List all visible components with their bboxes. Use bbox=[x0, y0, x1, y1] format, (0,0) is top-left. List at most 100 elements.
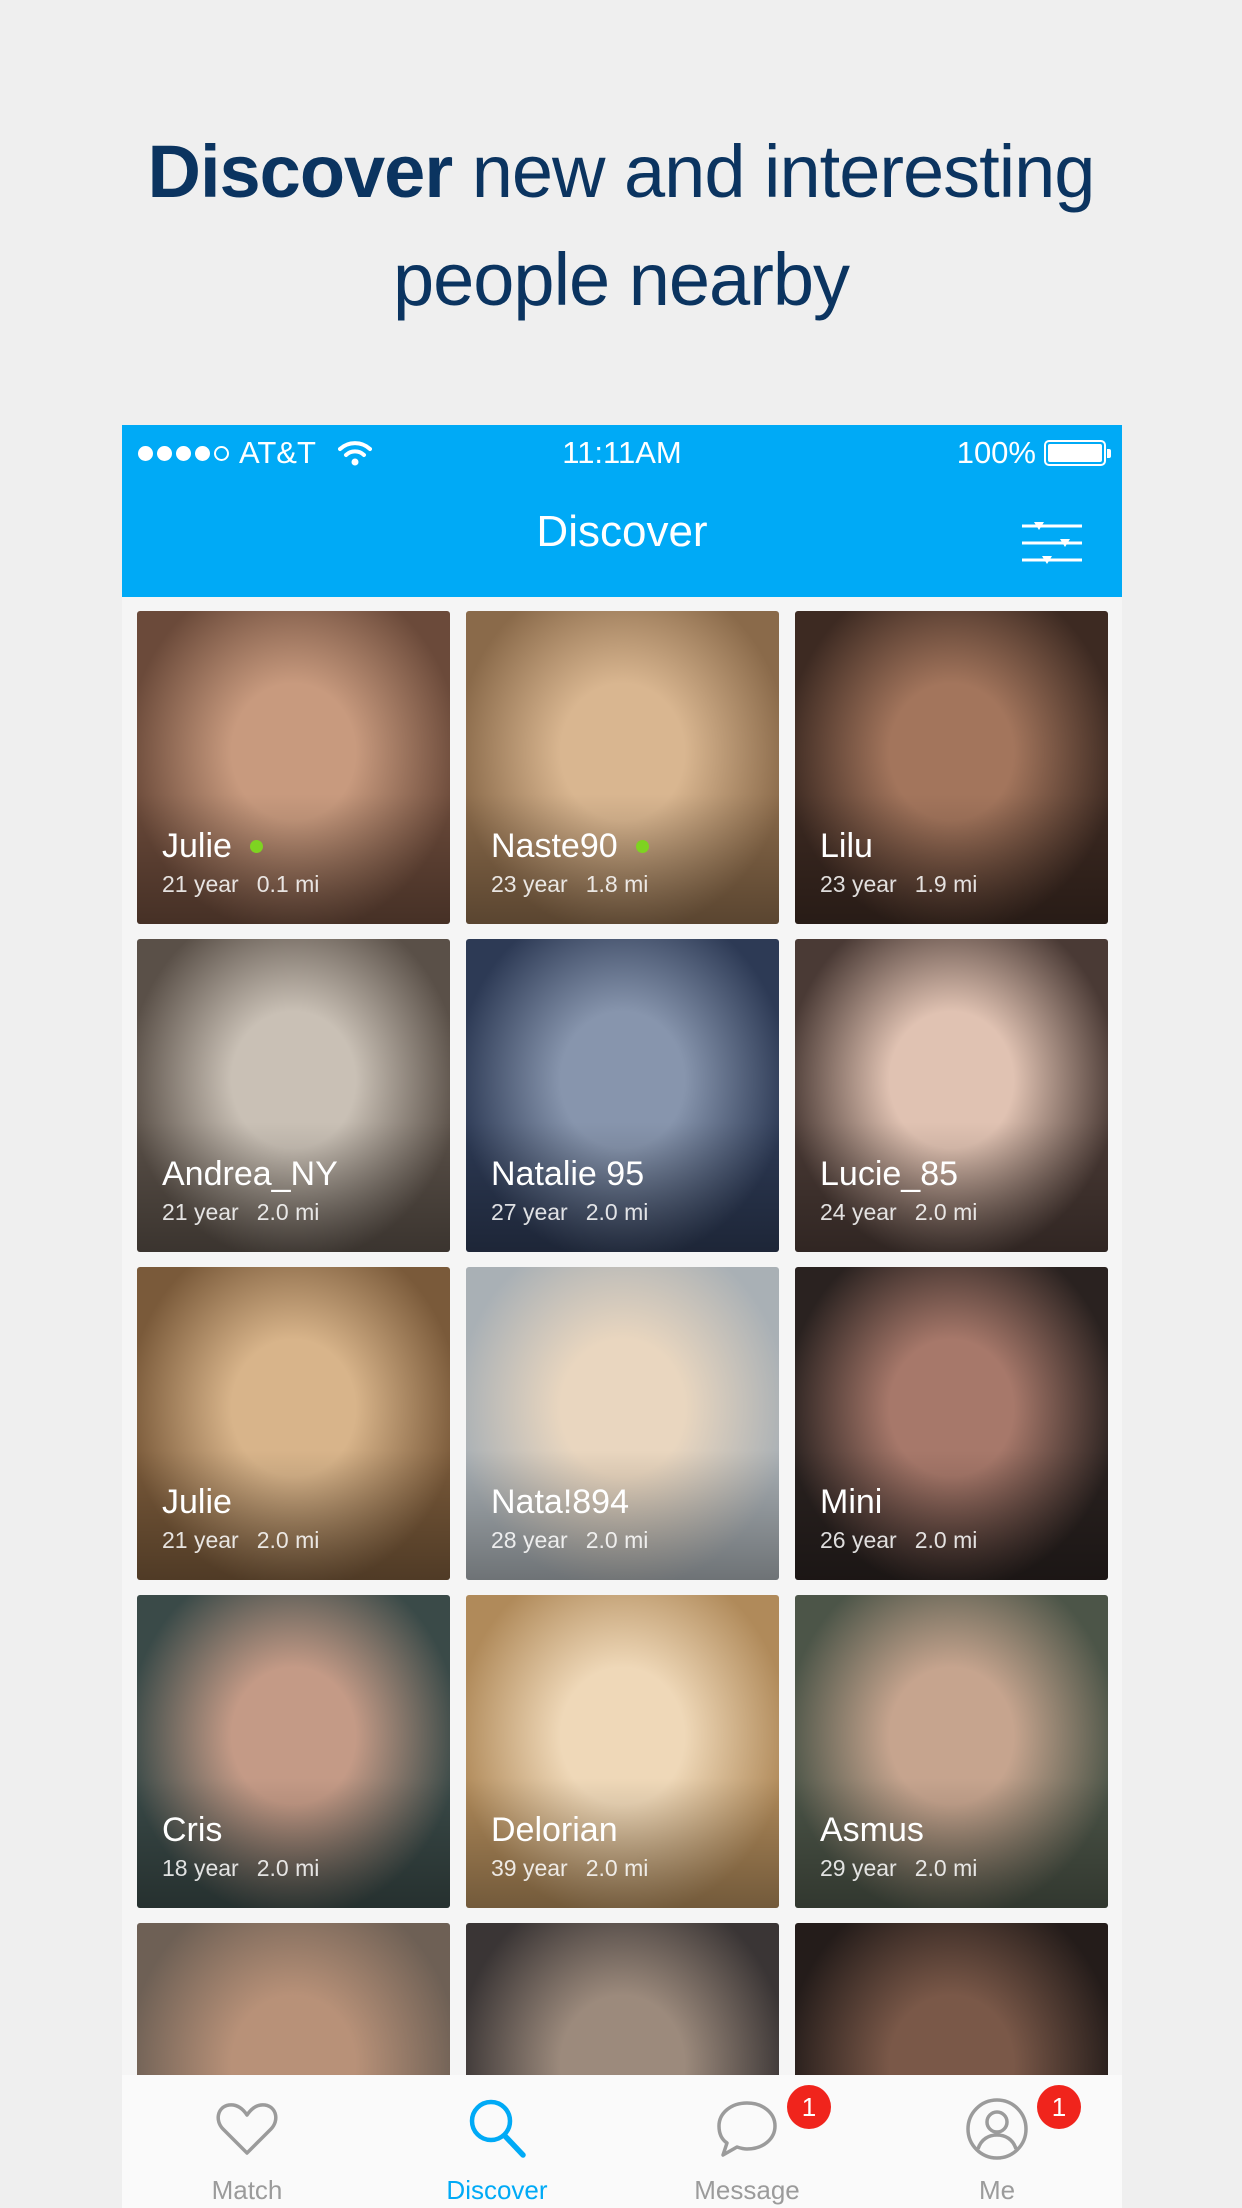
profile-name: Lucie_85 bbox=[820, 1155, 959, 1193]
search-icon bbox=[469, 2099, 526, 2158]
profile-name-row: Mini bbox=[820, 1483, 882, 1522]
profile-distance: 0.1 mi bbox=[256, 871, 320, 897]
profile-card[interactable]: Cris 18 year 2.0 mi bbox=[137, 1595, 450, 1908]
profile-name: Delorian bbox=[491, 1811, 618, 1849]
tab-discover[interactable]: Discover bbox=[372, 2075, 622, 2208]
filter-button[interactable] bbox=[1020, 520, 1084, 566]
profile-meta: 21 year 0.1 mi bbox=[162, 871, 319, 898]
profile-age: 39 year bbox=[491, 1855, 568, 1881]
profile-distance: 2.0 mi bbox=[256, 1199, 320, 1225]
profile-age: 29 year bbox=[820, 1855, 897, 1881]
profile-name-row: Lilu bbox=[820, 827, 873, 866]
profile-name-row: Julie bbox=[162, 827, 263, 866]
profile-card[interactable]: Julie 21 year 2.0 mi bbox=[137, 1267, 450, 1580]
profile-age: 27 year bbox=[491, 1199, 568, 1225]
tab-me-label: Me bbox=[978, 2175, 1016, 2205]
profile-card[interactable]: Lilu 23 year 1.9 mi bbox=[795, 611, 1108, 924]
phone-screen: AT&T 11:11AM 100% Discover Julie 21 year… bbox=[122, 425, 1122, 2208]
profile-meta: 39 year 2.0 mi bbox=[491, 1855, 648, 1882]
profile-name: Cris bbox=[162, 1811, 223, 1849]
sliders-icon bbox=[1022, 522, 1082, 564]
profile-meta: 29 year 2.0 mi bbox=[820, 1855, 977, 1882]
tab-me[interactable]: 1 Me bbox=[872, 2075, 1122, 2208]
profile-name-row: Andrea_NY bbox=[162, 1155, 338, 1194]
profile-meta: 23 year 1.9 mi bbox=[820, 871, 977, 898]
profile-name: Asmus bbox=[820, 1811, 924, 1849]
profile-grid: Julie 21 year 0.1 mi Naste90 23 year 1.8 m… bbox=[137, 611, 1109, 2208]
headline-rest: new and interesting bbox=[471, 130, 1096, 213]
profile-card[interactable]: Delorian 39 year 2.0 mi bbox=[466, 1595, 779, 1908]
profile-distance: 2.0 mi bbox=[585, 1527, 649, 1553]
tab-message-label: Message bbox=[694, 2175, 800, 2205]
headline-strong: Discover bbox=[147, 130, 454, 213]
heart-icon bbox=[216, 2103, 278, 2155]
tab-bar: Match Discover 1 Message 1 Me bbox=[122, 2075, 1122, 2208]
tab-discover-label: Discover bbox=[446, 2175, 548, 2205]
profile-card[interactable]: Natalie 95 27 year 2.0 mi bbox=[466, 939, 779, 1252]
profile-name: Julie bbox=[162, 1483, 232, 1521]
profile-name-row: Delorian bbox=[491, 1811, 618, 1850]
profile-card[interactable]: Asmus 29 year 2.0 mi bbox=[795, 1595, 1108, 1908]
profile-name: Julie bbox=[162, 827, 232, 865]
chat-bubble-icon bbox=[717, 2101, 777, 2157]
profile-distance: 1.8 mi bbox=[585, 871, 649, 897]
profile-distance: 2.0 mi bbox=[256, 1527, 320, 1553]
profile-age: 21 year bbox=[162, 1199, 239, 1225]
profile-meta: 26 year 2.0 mi bbox=[820, 1527, 977, 1554]
profile-name: Andrea_NY bbox=[162, 1155, 338, 1193]
online-indicator bbox=[249, 840, 263, 853]
profile-name-row: Julie bbox=[162, 1483, 232, 1522]
profile-name-row: Asmus bbox=[820, 1811, 924, 1850]
profile-name-row: Cris bbox=[162, 1811, 222, 1850]
profile-name: Nata!894 bbox=[491, 1483, 629, 1521]
profile-meta: 18 year 2.0 mi bbox=[162, 1855, 319, 1882]
profile-name-row: Nata!894 bbox=[491, 1483, 629, 1522]
profile-distance: 2.0 mi bbox=[914, 1199, 978, 1225]
profile-name: Naste90 bbox=[491, 827, 618, 865]
tab-match[interactable]: Match bbox=[122, 2075, 372, 2208]
profile-distance: 2.0 mi bbox=[585, 1855, 649, 1881]
profile-distance: 1.9 mi bbox=[914, 871, 978, 897]
profile-card[interactable]: Nata!894 28 year 2.0 mi bbox=[466, 1267, 779, 1580]
profile-meta: 21 year 2.0 mi bbox=[162, 1199, 319, 1226]
profile-meta: 28 year 2.0 mi bbox=[491, 1527, 648, 1554]
profile-card[interactable]: Naste90 23 year 1.8 mi bbox=[466, 611, 779, 924]
profile-age: 21 year bbox=[162, 871, 239, 897]
headline-line2: people nearby bbox=[392, 238, 850, 321]
profile-name-row: Lucie_85 bbox=[820, 1155, 958, 1194]
profile-card[interactable]: Lucie_85 24 year 2.0 mi bbox=[795, 939, 1108, 1252]
profile-meta: 21 year 2.0 mi bbox=[162, 1527, 319, 1554]
nav-bar: Discover bbox=[122, 480, 1122, 597]
profile-card[interactable]: Julie 21 year 0.1 mi bbox=[137, 611, 450, 924]
tab-match-label: Match bbox=[211, 2175, 283, 2205]
profile-age: 26 year bbox=[820, 1527, 897, 1553]
profile-name-row: Naste90 bbox=[491, 827, 649, 866]
page-title: Discover bbox=[536, 507, 708, 556]
profile-age: 23 year bbox=[491, 871, 568, 897]
promo-headline: Discover new and interesting people near… bbox=[0, 118, 1242, 334]
message-badge: 1 bbox=[787, 2085, 831, 2129]
tab-message[interactable]: 1 Message bbox=[622, 2075, 872, 2208]
profile-meta: 24 year 2.0 mi bbox=[820, 1199, 977, 1226]
profile-age: 24 year bbox=[820, 1199, 897, 1225]
profile-meta: 27 year 2.0 mi bbox=[491, 1199, 648, 1226]
profile-distance: 2.0 mi bbox=[585, 1199, 649, 1225]
profile-distance: 2.0 mi bbox=[256, 1855, 320, 1881]
profile-age: 18 year bbox=[162, 1855, 239, 1881]
profile-name: Lilu bbox=[820, 827, 873, 865]
profile-name: Natalie 95 bbox=[491, 1155, 645, 1193]
profile-name: Mini bbox=[820, 1483, 883, 1521]
profile-card[interactable]: Andrea_NY 21 year 2.0 mi bbox=[137, 939, 450, 1252]
status-bar: AT&T 11:11AM 100% bbox=[122, 425, 1122, 480]
profile-age: 28 year bbox=[491, 1527, 568, 1553]
battery-percent: 100% bbox=[956, 435, 1036, 470]
profile-card[interactable]: Mini 26 year 2.0 mi bbox=[795, 1267, 1108, 1580]
battery-icon bbox=[1044, 440, 1111, 466]
profile-distance: 2.0 mi bbox=[914, 1527, 978, 1553]
profile-age: 21 year bbox=[162, 1527, 239, 1553]
profile-name-row: Natalie 95 bbox=[491, 1155, 644, 1194]
profile-age: 23 year bbox=[820, 871, 897, 897]
profile-distance: 2.0 mi bbox=[914, 1855, 978, 1881]
profile-meta: 23 year 1.8 mi bbox=[491, 871, 648, 898]
online-indicator bbox=[635, 840, 649, 853]
